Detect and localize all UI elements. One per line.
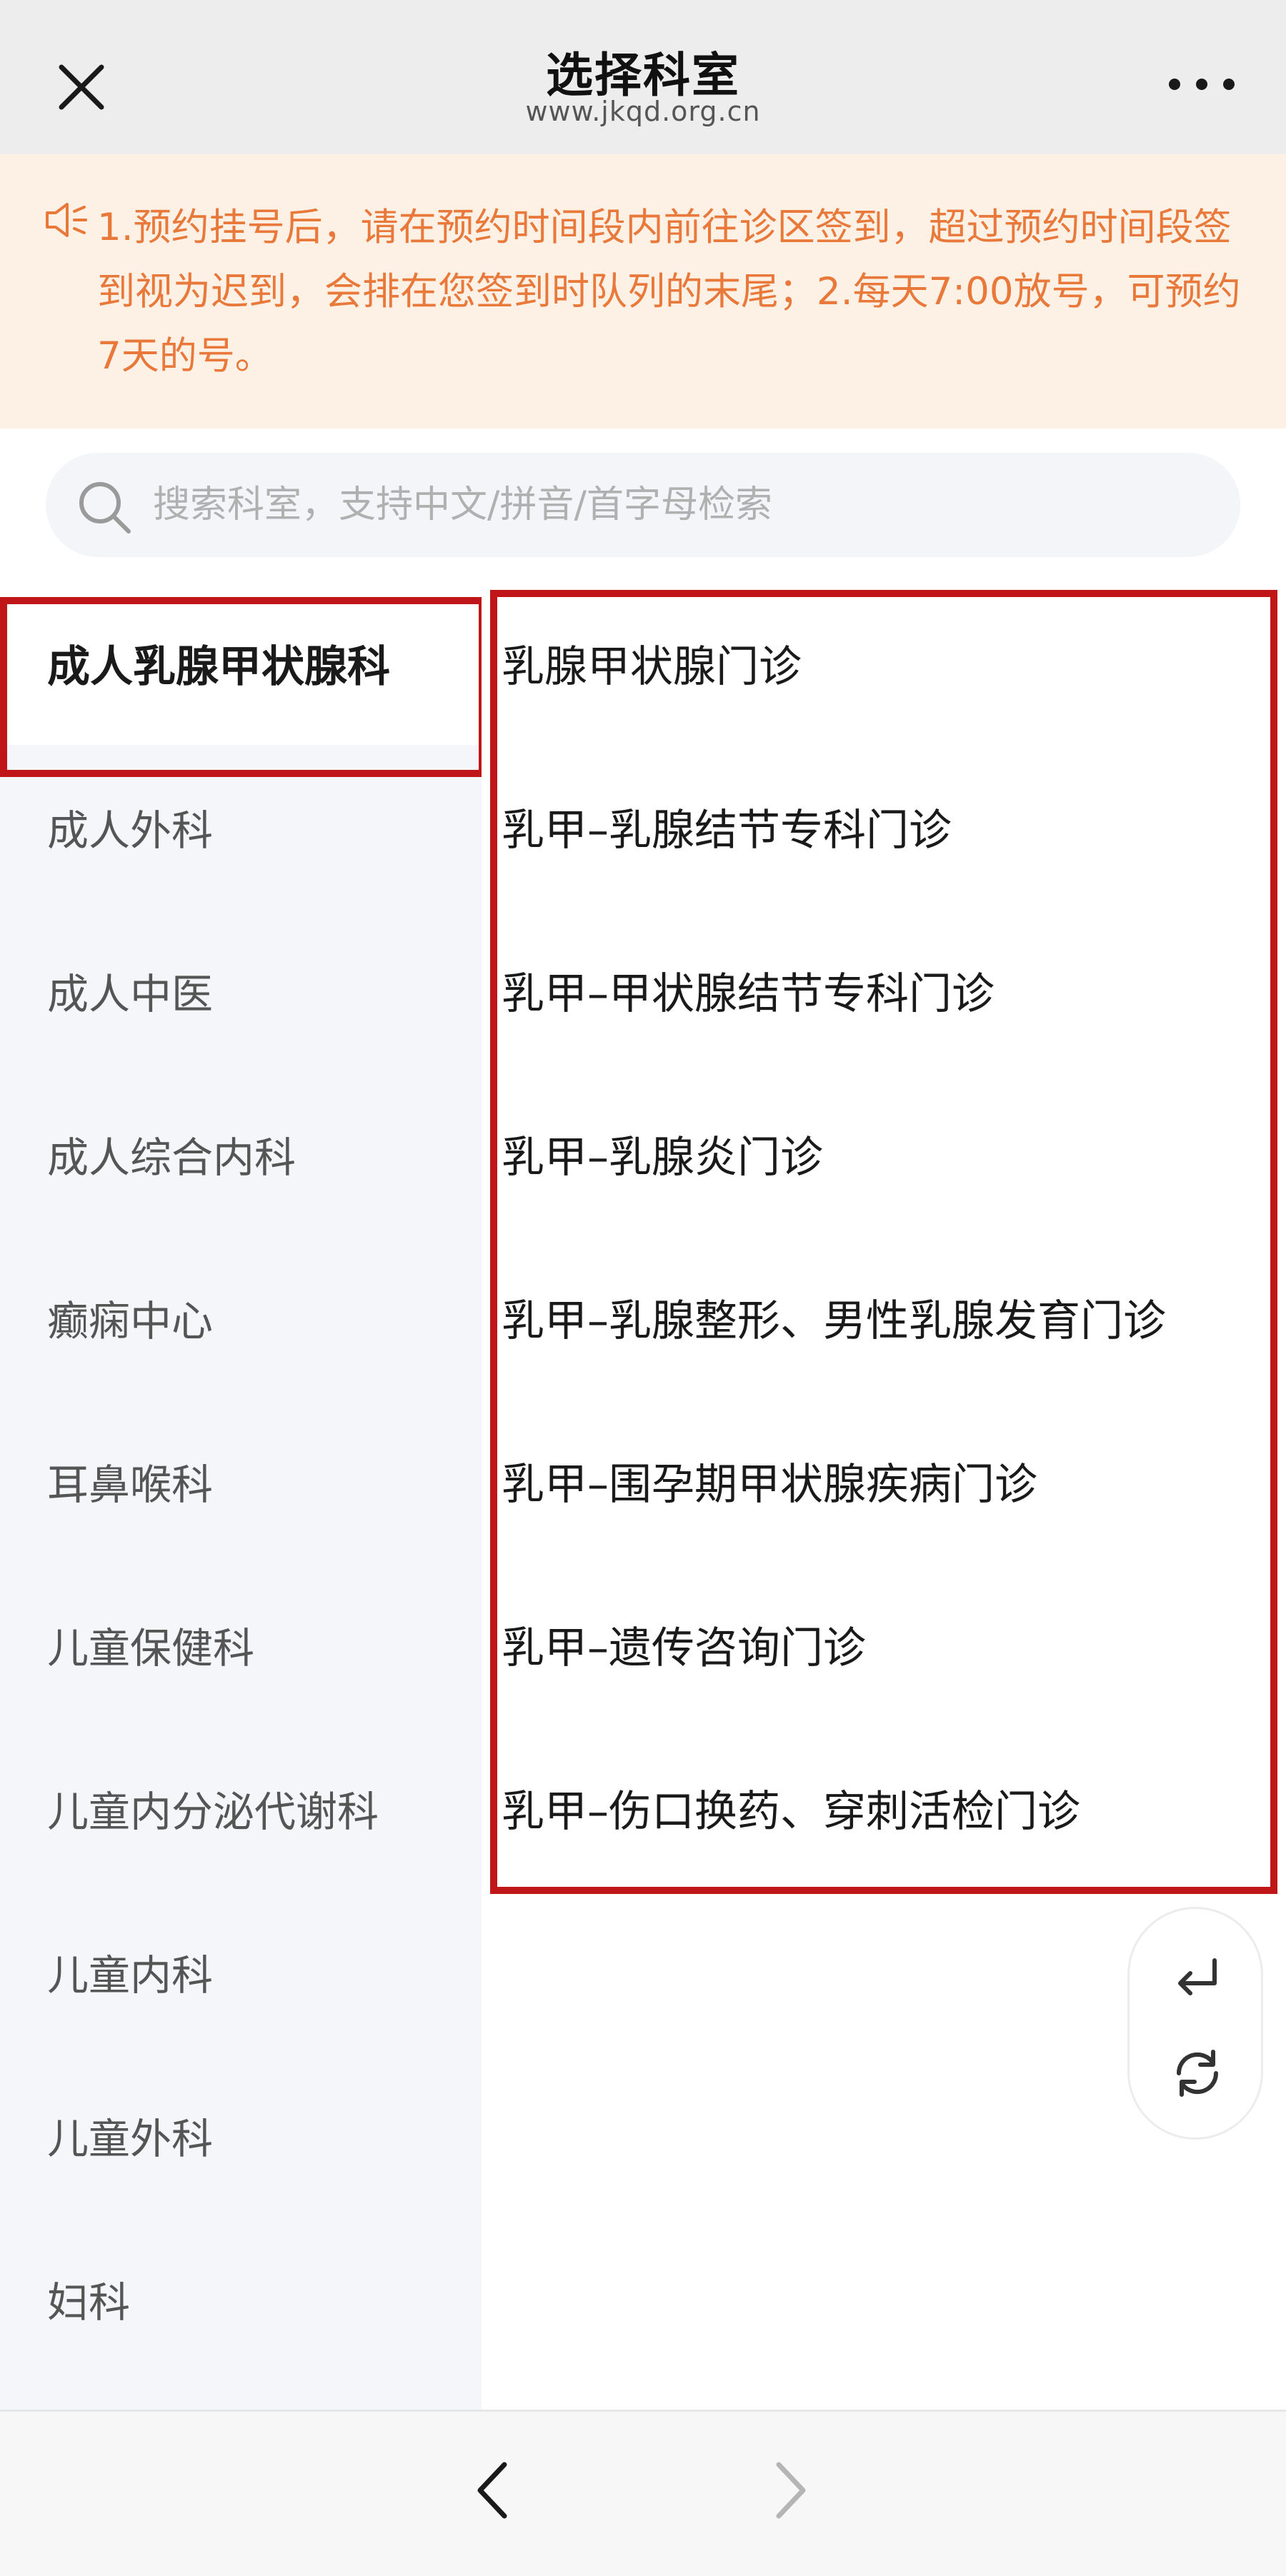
notice-text: 1.预约挂号后，请在预约时间段内前往诊区签到，超过预约时间段签到视为迟到，会排在…: [97, 206, 1241, 378]
back-arrow-icon[interactable]: [464, 2455, 522, 2526]
search-icon: [79, 482, 131, 533]
sidebar-item[interactable]: 儿童内分泌代谢科: [0, 1726, 482, 1890]
search-area: [0, 429, 1286, 581]
department-category-list: 成人乳腺甲状腺科 成人外科 成人中医 成人综合内科 癫痫中心 耳鼻喉科 儿童保健科 儿童内分泌…: [0, 581, 482, 2410]
page-url: www.jkqd.org.cn: [525, 96, 761, 127]
clinic-list: 乳腺甲状腺门诊 乳甲–乳腺结节专科门诊 乳甲–甲状腺结节专科门诊 乳甲–乳腺炎门诊 乳甲…: [482, 581, 1286, 2410]
clinic-item[interactable]: 乳甲–伤口换药、穿刺活检门诊: [502, 1726, 1273, 1890]
return-icon[interactable]: [1169, 1952, 1226, 2009]
clinic-item[interactable]: 乳甲–甲状腺结节专科门诊: [502, 908, 1273, 1072]
sidebar-item[interactable]: 癫痫中心: [0, 1236, 482, 1399]
top-bar: 选择科室 www.jkqd.org.cn: [0, 0, 1286, 154]
sidebar-item[interactable]: 耳鼻喉科: [0, 1399, 482, 1563]
sidebar-item[interactable]: 儿童内科: [0, 1890, 482, 2053]
refresh-icon[interactable]: [1169, 2045, 1226, 2102]
clinic-item[interactable]: 乳甲–乳腺结节专科门诊: [502, 745, 1273, 908]
clinic-item[interactable]: 乳甲–遗传咨询门诊: [502, 1563, 1273, 1726]
clinic-item[interactable]: 乳甲–乳腺整形、男性乳腺发育门诊: [502, 1236, 1273, 1399]
sidebar-item[interactable]: 成人中医: [0, 908, 482, 1072]
speaker-icon: [46, 203, 87, 237]
sidebar-item[interactable]: 儿童外科: [0, 2053, 482, 2217]
search-box[interactable]: [46, 453, 1240, 557]
sidebar-item[interactable]: 妇科: [0, 2217, 482, 2380]
clinic-item[interactable]: 乳甲–围孕期甲状腺疾病门诊: [502, 1399, 1273, 1563]
sidebar-item[interactable]: 成人外科: [0, 745, 482, 908]
forward-arrow-icon[interactable]: [762, 2455, 819, 2526]
floating-toolbar: [1127, 1907, 1263, 2140]
sidebar-item[interactable]: 成人乳腺甲状腺科: [0, 581, 482, 745]
notice-banner: 1.预约挂号后，请在预约时间段内前往诊区签到，超过预约时间段签到视为迟到，会排在…: [0, 154, 1286, 429]
search-input[interactable]: [153, 453, 1210, 557]
bottom-navigation: [0, 2410, 1286, 2576]
more-icon[interactable]: [1169, 74, 1235, 96]
sidebar-item[interactable]: 成人综合内科: [0, 1072, 482, 1236]
sidebar-item[interactable]: 儿童保健科: [0, 1563, 482, 1726]
clinic-item[interactable]: 乳甲–乳腺炎门诊: [502, 1072, 1273, 1236]
clinic-item[interactable]: 乳腺甲状腺门诊: [502, 581, 1273, 745]
